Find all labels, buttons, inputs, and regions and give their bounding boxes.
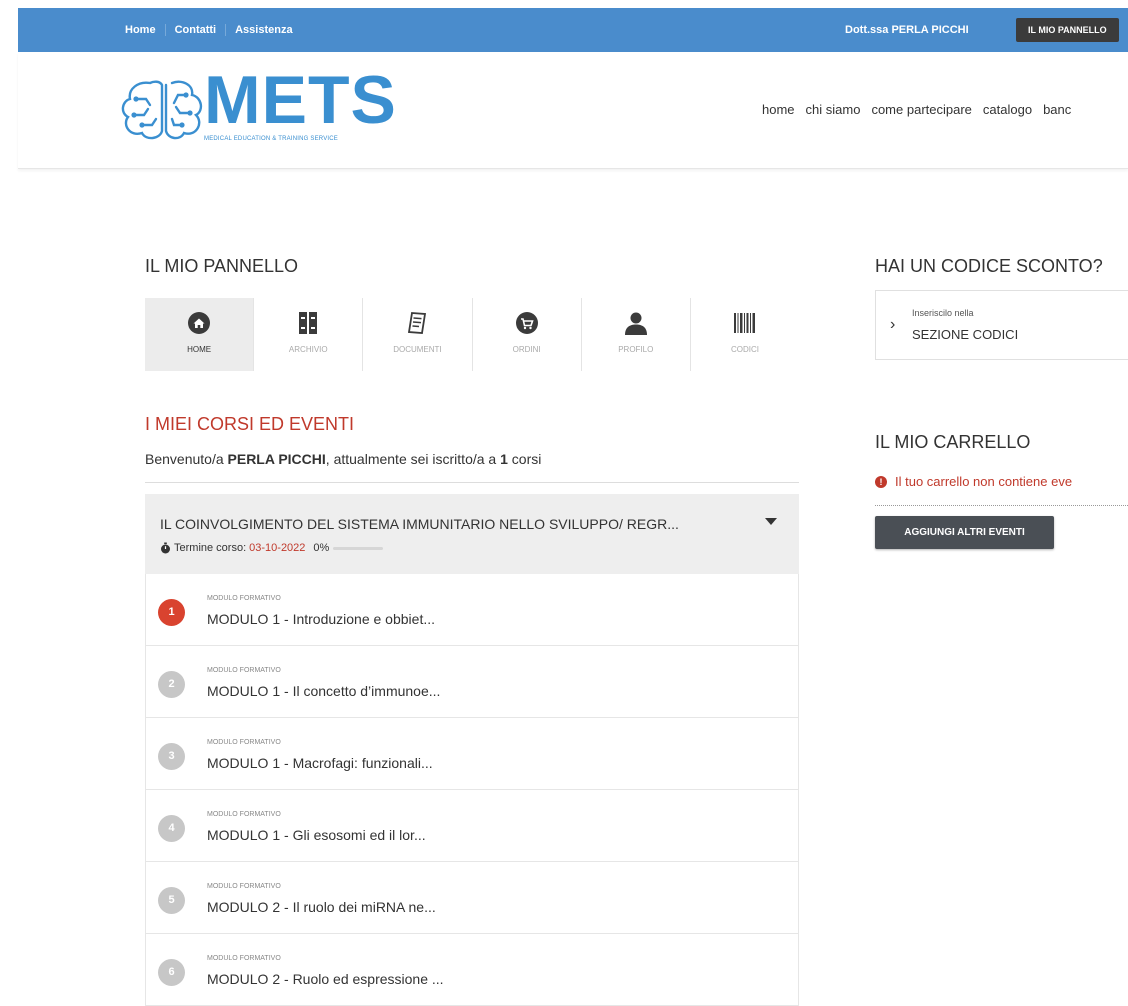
- module-number-badge: 3: [158, 743, 185, 770]
- cart-message-text: Il tuo carrello non contiene eve: [895, 474, 1073, 489]
- top-nav: Home Contatti Assistenza: [125, 8, 302, 52]
- archive-icon: [299, 312, 318, 334]
- tile-ordini-label: ORDINI: [512, 345, 541, 354]
- panel-tiles: HOME ARCHIVIO DOCUMENTI ORDINI PROFILO C…: [145, 298, 799, 371]
- course-end-label: Termine corso:: [174, 542, 247, 554]
- discount-title: HAI UN CODICE SCONTO?: [875, 256, 1103, 276]
- user-icon: [624, 312, 647, 335]
- nav-item-home[interactable]: home: [762, 102, 795, 117]
- module-kicker: MODULO FORMATIVO: [207, 955, 281, 962]
- course-end-date: 03-10-2022: [249, 542, 306, 554]
- tile-archivio-label: ARCHIVIO: [288, 345, 328, 354]
- module-item[interactable]: 1 MODULO FORMATIVO MODULO 1 - Introduzio…: [145, 574, 799, 646]
- cart-title: IL MIO CARRELLO: [875, 432, 1031, 452]
- tile-home-label: HOME: [187, 345, 212, 354]
- course-progress-text: 0%: [313, 542, 330, 554]
- module-item[interactable]: 6 MODULO FORMATIVO MODULO 2 - Ruolo ed e…: [145, 934, 799, 1006]
- nav-item-come-partecipare[interactable]: come partecipare: [871, 102, 971, 117]
- alert-icon: !: [875, 475, 887, 488]
- tile-ordini[interactable]: ORDINI: [473, 298, 582, 371]
- tile-codici-label: CODICI: [730, 345, 759, 354]
- module-item[interactable]: 3 MODULO FORMATIVO MODULO 1 - Macrofagi:…: [145, 718, 799, 790]
- module-number-badge: 6: [158, 959, 185, 986]
- module-number-badge: 2: [158, 671, 185, 698]
- course-progress-bar: [333, 546, 384, 550]
- discount-hint: Inseriscilo nella: [912, 308, 974, 318]
- brand-tagline: MEDICAL EDUCATION & TRAINING SERVICE: [204, 136, 338, 142]
- module-title[interactable]: MODULO 1 - Introduzione e obbiet...: [207, 611, 435, 627]
- module-list: 1 MODULO FORMATIVO MODULO 1 - Introduzio…: [145, 574, 799, 1006]
- welcome-text: Benvenuto/a PERLA PICCHI, attualmente se…: [145, 451, 541, 467]
- top-link-assistenza[interactable]: Assistenza: [225, 24, 301, 36]
- module-number-badge: 4: [158, 815, 185, 842]
- dotted-divider: [875, 505, 1128, 506]
- tile-documenti[interactable]: DOCUMENTI: [363, 298, 473, 371]
- divider: [145, 482, 799, 483]
- welcome-mid: , attualmente sei iscritto/a a: [325, 451, 501, 467]
- module-number-badge: 1: [158, 599, 185, 626]
- caret-down-icon[interactable]: [765, 518, 777, 525]
- welcome-prefix: Benvenuto/a: [145, 451, 228, 467]
- discount-codes-link[interactable]: › Inseriscilo nella SEZIONE CODICI: [875, 290, 1128, 360]
- stopwatch-icon: [161, 542, 170, 554]
- nav-item-catalogo[interactable]: catalogo: [983, 102, 1032, 117]
- home-icon: [188, 312, 211, 334]
- tile-home[interactable]: HOME: [145, 298, 255, 371]
- site-header: METS MEDICAL EDUCATION & TRAINING SERVIC…: [18, 52, 1128, 169]
- tile-profilo[interactable]: PROFILO: [582, 298, 691, 371]
- main-nav: home chi siamo come partecipare catalogo…: [762, 102, 1082, 117]
- nav-item-bandi[interactable]: banc: [1043, 102, 1071, 117]
- module-title[interactable]: MODULO 1 - Macrofagi: funzionali...: [207, 755, 433, 771]
- cart-empty-message: ! Il tuo carrello non contiene eve: [875, 474, 1072, 489]
- chevron-right-icon: ›: [890, 316, 896, 333]
- course-count: 1: [500, 451, 508, 467]
- document-icon: [408, 312, 427, 334]
- module-kicker: MODULO FORMATIVO: [207, 811, 281, 818]
- module-item[interactable]: 2 MODULO FORMATIVO MODULO 1 - Il concett…: [145, 646, 799, 718]
- course-name: IL COINVOLGIMENTO DEL SISTEMA IMMUNITARI…: [160, 516, 679, 532]
- module-title[interactable]: MODULO 2 - Il ruolo dei miRNA ne...: [207, 899, 436, 915]
- tile-profilo-label: PROFILO: [618, 345, 654, 354]
- welcome-user-name: PERLA PICCHI: [227, 451, 326, 467]
- module-title[interactable]: MODULO 1 - Gli esosomi ed il lor...: [207, 827, 426, 843]
- add-events-button[interactable]: AGGIUNGI ALTRI EVENTI: [875, 516, 1054, 549]
- discount-section-label: SEZIONE CODICI: [912, 327, 1019, 342]
- tile-documenti-label: DOCUMENTI: [393, 345, 442, 354]
- module-kicker: MODULO FORMATIVO: [207, 739, 281, 746]
- module-item[interactable]: 4 MODULO FORMATIVO MODULO 1 - Gli esosom…: [145, 790, 799, 862]
- course-header[interactable]: IL COINVOLGIMENTO DEL SISTEMA IMMUNITARI…: [145, 494, 799, 574]
- top-link-home[interactable]: Home: [125, 24, 165, 36]
- tile-archivio[interactable]: ARCHIVIO: [254, 298, 364, 371]
- brand-name[interactable]: METS: [204, 64, 397, 136]
- module-item[interactable]: 5 MODULO FORMATIVO MODULO 2 - Il ruolo d…: [145, 862, 799, 934]
- top-link-contatti[interactable]: Contatti: [164, 24, 226, 36]
- user-name-link[interactable]: Dott.ssa PERLA PICCHI: [845, 8, 969, 52]
- module-title[interactable]: MODULO 1 - Il concetto d’immunoe...: [207, 683, 440, 699]
- courses-title: I MIEI CORSI ED EVENTI: [145, 414, 355, 434]
- cart-icon: [515, 312, 538, 334]
- module-number-badge: 5: [158, 887, 185, 914]
- welcome-suffix: corsi: [507, 451, 542, 467]
- my-panel-button[interactable]: IL MIO PANNELLO: [1016, 18, 1119, 42]
- course-meta: Termine corso: 03-10-2022 0%: [160, 542, 384, 554]
- module-kicker: MODULO FORMATIVO: [207, 883, 281, 890]
- nav-item-chi-siamo[interactable]: chi siamo: [806, 102, 861, 117]
- module-title[interactable]: MODULO 2 - Ruolo ed espressione ...: [207, 971, 444, 987]
- tile-codici[interactable]: CODICI: [691, 298, 799, 371]
- top-bar: Home Contatti Assistenza Dott.ssa PERLA …: [18, 8, 1128, 52]
- module-kicker: MODULO FORMATIVO: [207, 667, 281, 674]
- module-kicker: MODULO FORMATIVO: [207, 595, 281, 602]
- barcode-icon: [733, 313, 755, 333]
- panel-title: IL MIO PANNELLO: [145, 256, 299, 276]
